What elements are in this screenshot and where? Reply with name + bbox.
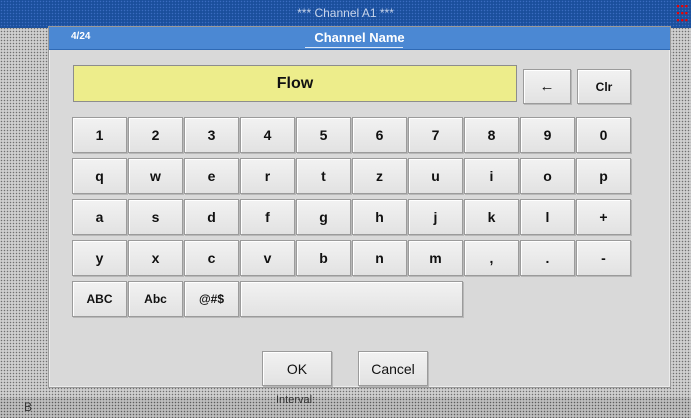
left-arrow-icon: ← <box>539 78 555 95</box>
key-1-7[interactable]: i <box>464 158 519 194</box>
key-1-0[interactable]: q <box>72 158 127 194</box>
key-1-3[interactable]: r <box>240 158 295 194</box>
key-0-5[interactable]: 6 <box>352 117 407 153</box>
symbols-mode-key[interactable]: @#$ <box>184 281 239 317</box>
key-2-8[interactable]: l <box>520 199 575 235</box>
key-3-6[interactable]: m <box>408 240 463 276</box>
key-3-9[interactable]: - <box>576 240 631 276</box>
key-0-1[interactable]: 2 <box>128 117 183 153</box>
title-underline <box>305 47 403 48</box>
background-title: *** Channel A1 *** <box>297 6 394 20</box>
key-0-3[interactable]: 4 <box>240 117 295 153</box>
uppercase-mode-key[interactable]: ABC <box>72 281 127 317</box>
key-3-4[interactable]: b <box>296 240 351 276</box>
key-0-7[interactable]: 8 <box>464 117 519 153</box>
key-2-0[interactable]: a <box>72 199 127 235</box>
key-2-4[interactable]: g <box>296 199 351 235</box>
key-1-8[interactable]: o <box>520 158 575 194</box>
space-key[interactable] <box>240 281 463 317</box>
channel-name-input[interactable]: Flow <box>73 65 517 102</box>
key-0-8[interactable]: 9 <box>520 117 575 153</box>
key-2-1[interactable]: s <box>128 199 183 235</box>
key-1-6[interactable]: u <box>408 158 463 194</box>
key-1-1[interactable]: w <box>128 158 183 194</box>
key-0-4[interactable]: 5 <box>296 117 351 153</box>
clear-button[interactable]: Clr <box>577 69 631 104</box>
status-indicator-icon: ▪▪▪ ▪▪▪ ▪▪▪ <box>676 1 689 25</box>
dialog-title: Channel Name <box>314 30 405 45</box>
key-0-6[interactable]: 7 <box>408 117 463 153</box>
key-3-0[interactable]: y <box>72 240 127 276</box>
key-2-9[interactable]: + <box>576 199 631 235</box>
key-3-5[interactable]: n <box>352 240 407 276</box>
cancel-button[interactable]: Cancel <box>358 351 428 386</box>
key-2-5[interactable]: h <box>352 199 407 235</box>
key-0-2[interactable]: 3 <box>184 117 239 153</box>
dialog-header: 4/24 Channel Name <box>49 27 670 50</box>
key-3-8[interactable]: . <box>520 240 575 276</box>
channel-name-dialog: 4/24 Channel Name Flow ← Clr OK Cancel 1… <box>48 26 671 388</box>
key-3-3[interactable]: v <box>240 240 295 276</box>
key-2-2[interactable]: d <box>184 199 239 235</box>
key-3-2[interactable]: c <box>184 240 239 276</box>
key-1-2[interactable]: e <box>184 158 239 194</box>
background-interval-label: Ιnterval: <box>276 394 316 406</box>
background-bottom-bar: B Ιnterval: <box>0 394 691 418</box>
key-2-6[interactable]: j <box>408 199 463 235</box>
backspace-button[interactable]: ← <box>523 69 571 104</box>
ok-button[interactable]: OK <box>262 351 332 386</box>
key-3-1[interactable]: x <box>128 240 183 276</box>
key-1-5[interactable]: z <box>352 158 407 194</box>
key-1-4[interactable]: t <box>296 158 351 194</box>
key-0-9[interactable]: 0 <box>576 117 631 153</box>
key-0-0[interactable]: 1 <box>72 117 127 153</box>
background-bottom-left: B <box>24 400 33 414</box>
key-2-7[interactable]: k <box>464 199 519 235</box>
key-1-9[interactable]: p <box>576 158 631 194</box>
key-2-3[interactable]: f <box>240 199 295 235</box>
capitalize-mode-key[interactable]: Abc <box>128 281 183 317</box>
key-3-7[interactable]: , <box>464 240 519 276</box>
background-title-bar: *** Channel A1 *** <box>0 0 691 28</box>
